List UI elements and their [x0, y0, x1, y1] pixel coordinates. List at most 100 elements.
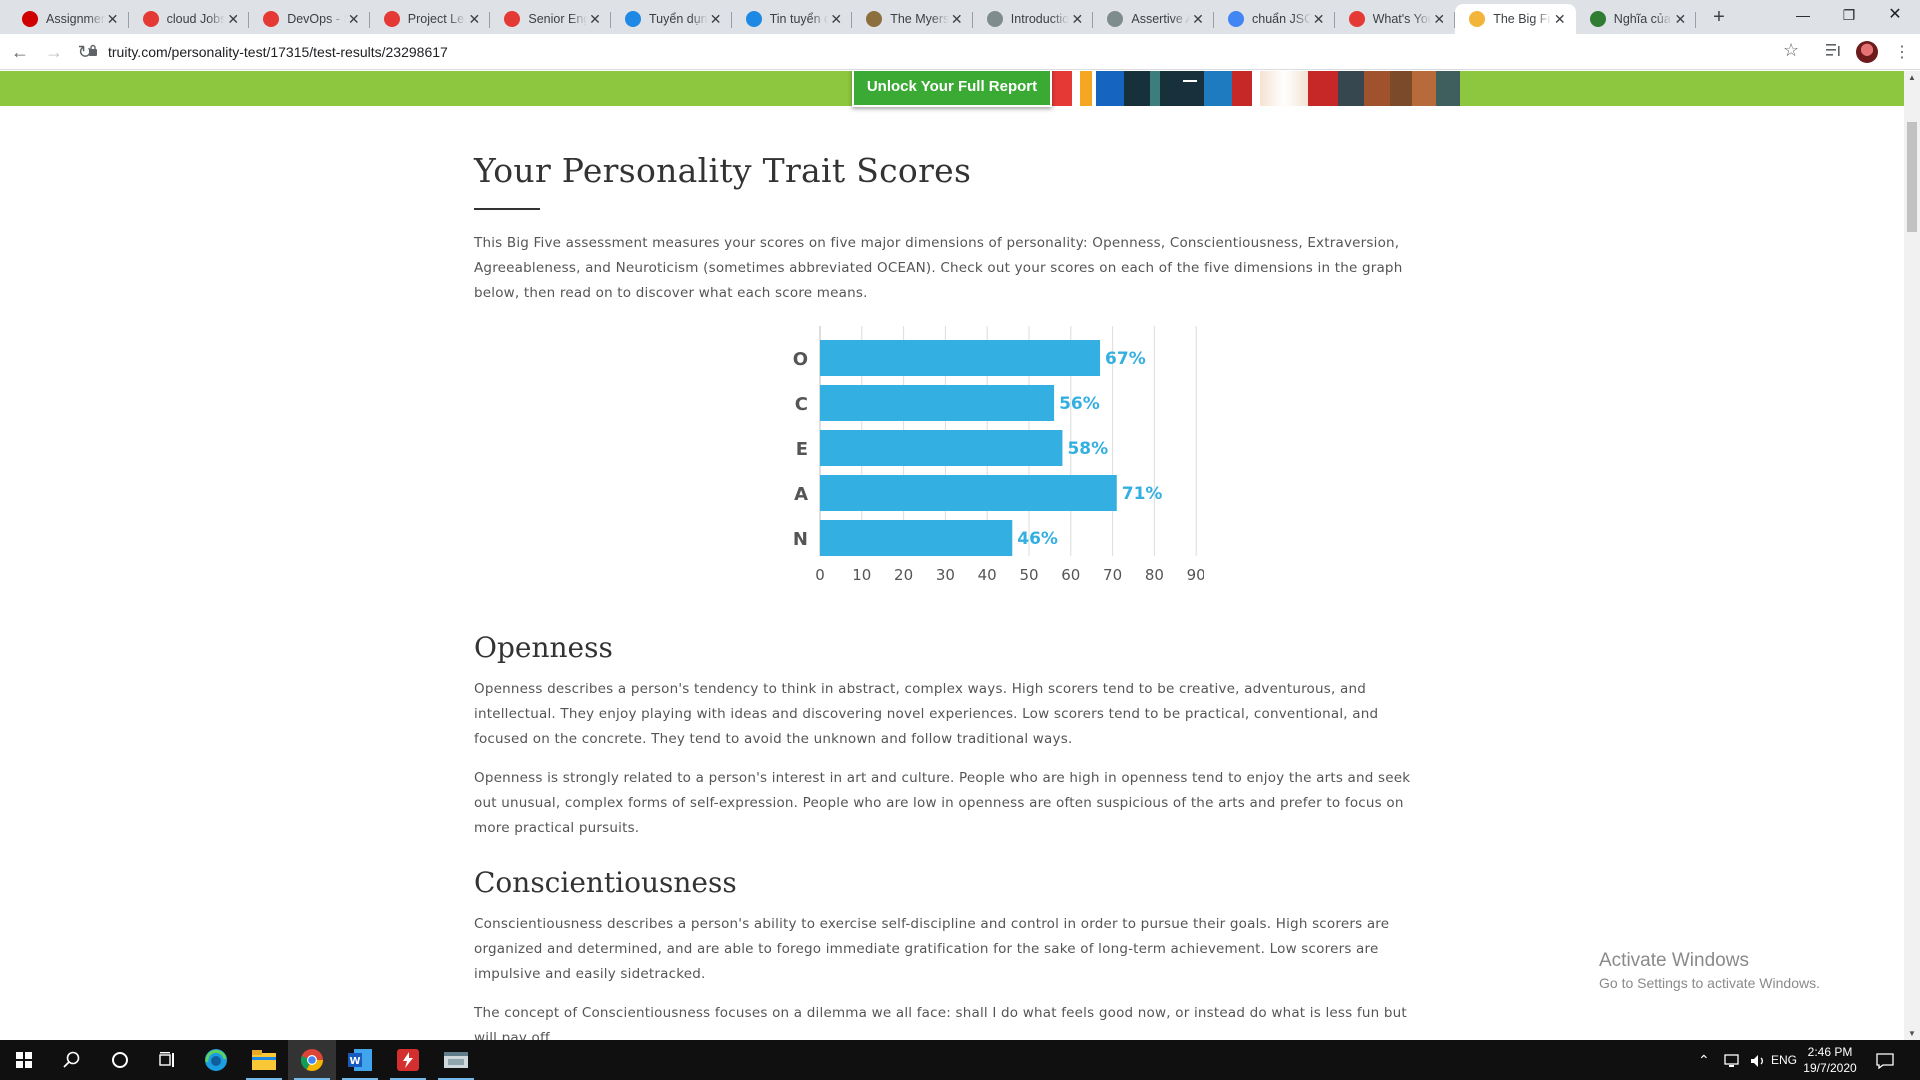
openness-paragraph-2: Openness is strongly related to a person… — [474, 770, 1411, 836]
value-label: 46% — [1017, 529, 1058, 549]
tab-close-icon[interactable]: ✕ — [346, 11, 362, 28]
value-label: 58% — [1067, 439, 1108, 459]
watermark-subtitle: Go to Settings to activate Windows. — [1599, 975, 1820, 991]
lock-icon[interactable] — [88, 44, 98, 56]
page-title: Your Personality Trait Scores — [474, 151, 972, 190]
browser-tab[interactable]: chuẩn JSO ✕ — [1214, 4, 1335, 34]
tab-close-icon[interactable]: ✕ — [105, 11, 121, 28]
show-hidden-icons-icon[interactable]: ⌃ — [1698, 1040, 1710, 1080]
browser-tab[interactable]: Senior Eng ✕ — [490, 4, 611, 34]
notifications-icon[interactable] — [1876, 1040, 1894, 1080]
app-window-icon[interactable] — [432, 1040, 480, 1080]
conscientiousness-paragraph-2: The concept of Conscientiousness focuses… — [474, 1005, 1407, 1040]
topdev-icon — [504, 11, 521, 27]
search-icon[interactable] — [48, 1040, 96, 1080]
new-tab-button[interactable]: + — [1707, 6, 1731, 29]
profile-avatar[interactable] — [1856, 41, 1878, 63]
tab-title: chuẩn JSO — [1252, 12, 1311, 26]
value-label: 67% — [1105, 349, 1146, 369]
page-viewport: Unlock Your Full Report Your Personality… — [0, 71, 1904, 1040]
tab-close-icon[interactable]: ✕ — [225, 11, 241, 28]
flash-app-icon[interactable] — [384, 1040, 432, 1080]
browser-tab[interactable]: cloud Jobs ✕ — [129, 4, 250, 34]
task-view-icon[interactable] — [144, 1040, 192, 1080]
reading-list-icon[interactable] — [1826, 43, 1842, 57]
restore-button[interactable]: ❐ — [1826, 0, 1872, 30]
globe-icon — [1107, 11, 1124, 27]
svg-text:W: W — [349, 1056, 360, 1067]
x-tick-label: 20 — [894, 566, 913, 584]
tab-close-icon[interactable]: ✕ — [587, 11, 603, 28]
bar-o — [820, 340, 1101, 376]
flag-icon — [745, 11, 762, 27]
flag-icon — [625, 11, 641, 27]
browser-tab[interactable]: Assertive A ✕ — [1093, 4, 1214, 34]
back-button[interactable]: ← — [8, 40, 32, 64]
x-tick-label: 50 — [1019, 566, 1038, 584]
tab-close-icon[interactable]: ✕ — [949, 11, 965, 28]
scroll-up-arrow-icon[interactable]: ▲ — [1908, 73, 1916, 82]
browser-tab[interactable]: What's You ✕ — [1335, 4, 1456, 34]
browser-tab[interactable]: Nghĩa của ✕ — [1576, 4, 1697, 34]
tab-close-icon[interactable]: ✕ — [1069, 11, 1085, 28]
forward-button[interactable]: → — [42, 40, 66, 64]
tab-title: Tin tuyển d — [769, 12, 829, 26]
more-menu-icon[interactable]: ⋮ — [1894, 42, 1910, 62]
intro-paragraph: This Big Five assessment measures your s… — [474, 235, 1403, 301]
network-icon[interactable] — [1724, 1040, 1742, 1080]
system-clock[interactable]: 2:46 PM 19/7/2020 — [1800, 1044, 1860, 1076]
browser-tab[interactable]: Tuyển dụn ✕ — [611, 4, 732, 34]
tab-title: The Myers — [890, 12, 949, 26]
browser-tab[interactable]: The Myers ✕ — [852, 4, 973, 34]
bookmark-star-icon[interactable]: ☆ — [1783, 40, 1799, 61]
word-icon[interactable]: W — [336, 1040, 384, 1080]
file-explorer-icon[interactable] — [240, 1040, 288, 1080]
tab-close-icon[interactable]: ✕ — [828, 11, 844, 28]
trait-score-chart: 0102030405060708090100O67%C56%E58%A71%N4… — [724, 326, 1204, 606]
tab-title: What's You — [1372, 12, 1432, 26]
mb-icon — [866, 11, 883, 27]
browser-tab[interactable]: Assignmen ✕ — [8, 4, 129, 34]
cortana-icon[interactable] — [96, 1040, 144, 1080]
browser-tab[interactable]: Tin tuyển d ✕ — [732, 4, 853, 34]
x-tick-label: 40 — [978, 566, 997, 584]
chrome-icon[interactable] — [288, 1040, 336, 1080]
leaf-icon — [1589, 11, 1606, 27]
tab-close-icon[interactable]: ✕ — [708, 11, 724, 28]
tab-close-icon[interactable]: ✕ — [466, 11, 482, 28]
x-tick-label: 70 — [1103, 566, 1122, 584]
browser-tab[interactable]: Introductio ✕ — [973, 4, 1094, 34]
activate-windows-watermark: Activate Windows Go to Settings to activ… — [1599, 950, 1820, 991]
browser-tab[interactable]: Project Lea ✕ — [370, 4, 491, 34]
browser-toolbar: ← → ↻ truity.com/personality-test/17315/… — [0, 34, 1920, 70]
page-scrollbar[interactable]: ▲ ▼ — [1904, 71, 1920, 1040]
windows-start-icon[interactable] — [0, 1040, 48, 1080]
bar-a — [820, 475, 1117, 511]
scroll-down-arrow-icon[interactable]: ▼ — [1908, 1029, 1916, 1038]
bar-e — [820, 430, 1063, 466]
unlock-full-report-button[interactable]: Unlock Your Full Report — [852, 71, 1052, 107]
volume-icon[interactable] — [1750, 1040, 1768, 1080]
tab-separator — [1695, 12, 1697, 28]
browser-tab[interactable]: The Big Fi ✕ — [1455, 4, 1576, 34]
browser-tab[interactable]: DevOps - S ✕ — [249, 4, 370, 34]
minimize-button[interactable]: — — [1780, 0, 1826, 30]
tab-close-icon[interactable]: ✕ — [1672, 11, 1688, 28]
tab-close-icon[interactable]: ✕ — [1190, 11, 1206, 28]
openness-heading: Openness — [474, 631, 613, 664]
category-label: N — [793, 529, 808, 550]
tab-close-icon[interactable]: ✕ — [1552, 11, 1568, 28]
tab-close-icon[interactable]: ✕ — [1431, 11, 1447, 28]
tab-title: DevOps - S — [287, 12, 346, 26]
language-indicator[interactable]: ENG — [1771, 1040, 1797, 1080]
tab-close-icon[interactable]: ✕ — [1311, 11, 1327, 28]
category-label: E — [796, 439, 808, 460]
edge-browser-icon[interactable] — [192, 1040, 240, 1080]
tab-title: Senior Eng — [528, 12, 587, 26]
tab-title: Introductio — [1010, 12, 1070, 26]
close-window-button[interactable]: ✕ — [1872, 0, 1918, 30]
scrollbar-thumb[interactable] — [1907, 122, 1917, 232]
google-icon — [1228, 11, 1244, 27]
address-bar[interactable]: truity.com/personality-test/17315/test-r… — [108, 40, 448, 64]
tab-title: Assertive A — [1131, 12, 1190, 26]
